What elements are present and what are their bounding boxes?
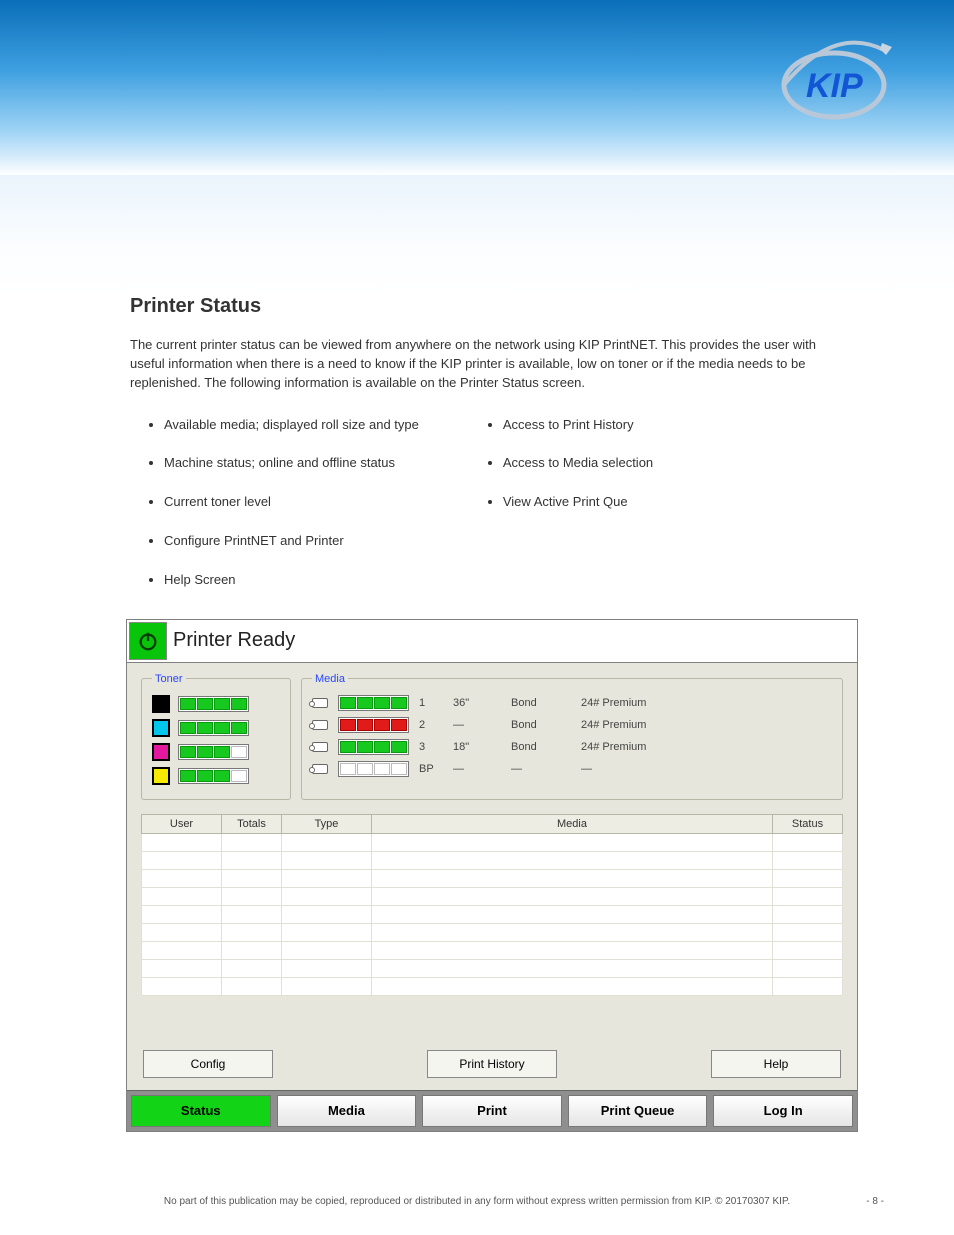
table-row[interactable] (142, 923, 843, 941)
queue-table: User Totals Type Media Status (141, 814, 843, 996)
media-size: — (453, 719, 501, 731)
toner-swatch (152, 743, 170, 761)
toner-row (152, 743, 280, 761)
level-bar (178, 696, 249, 712)
table-row[interactable] (142, 887, 843, 905)
list-item: Available media; displayed roll size and… (164, 417, 419, 434)
table-row[interactable] (142, 869, 843, 887)
col-media[interactable]: Media (372, 814, 773, 833)
header-fade (0, 175, 954, 295)
media-size: 18" (453, 741, 501, 753)
media-slot: 2 (419, 719, 443, 731)
col-user[interactable]: User (142, 814, 222, 833)
list-item: Machine status; online and offline statu… (164, 455, 419, 472)
power-button[interactable] (129, 622, 167, 660)
feature-list-left: Available media; displayed roll size and… (140, 417, 419, 611)
list-item: Configure PrintNET and Printer (164, 533, 419, 550)
toner-panel: Toner (141, 673, 291, 800)
media-type: Bond (511, 719, 571, 731)
media-slot: 3 (419, 741, 443, 753)
media-desc: — (581, 763, 832, 775)
section-title: Printer Status (130, 295, 854, 318)
list-item: Current toner level (164, 494, 419, 511)
svg-text:KIP: KIP (806, 67, 863, 105)
level-bar (338, 717, 409, 733)
table-row[interactable] (142, 851, 843, 869)
media-desc: 24# Premium (581, 697, 832, 709)
kip-logo: KIP (774, 35, 894, 125)
media-row: 3 18" Bond 24# Premium (312, 739, 832, 755)
level-bar (178, 744, 249, 760)
media-row: BP — — — (312, 761, 832, 777)
page-number: - 8 - (866, 1196, 884, 1207)
printer-status-window: Printer Ready Toner Media 1 36" Bond 24# Pr… (126, 619, 858, 1132)
window-titlebar: Printer Ready (127, 620, 857, 663)
level-bar (338, 739, 409, 755)
tab-print[interactable]: Print (422, 1095, 562, 1127)
config-button[interactable]: Config (143, 1050, 273, 1078)
roll-icon (312, 742, 328, 752)
help-button[interactable]: Help (711, 1050, 841, 1078)
tab-print-queue[interactable]: Print Queue (568, 1095, 708, 1127)
col-type[interactable]: Type (282, 814, 372, 833)
toner-row (152, 719, 280, 737)
bottom-tab-bar: Status Media Print Print Queue Log In (127, 1090, 857, 1131)
list-item: Help Screen (164, 572, 419, 589)
media-slot: BP (419, 763, 443, 775)
toner-swatch (152, 719, 170, 737)
level-bar (178, 720, 249, 736)
media-desc: 24# Premium (581, 719, 832, 731)
table-row[interactable] (142, 833, 843, 851)
level-bar (178, 768, 249, 784)
toner-swatch (152, 767, 170, 785)
media-slot: 1 (419, 697, 443, 709)
media-row: 1 36" Bond 24# Premium (312, 695, 832, 711)
window-title: Printer Ready (173, 629, 295, 652)
table-row[interactable] (142, 905, 843, 923)
col-status[interactable]: Status (773, 814, 843, 833)
list-item: Access to Print History (503, 417, 653, 434)
media-type: Bond (511, 741, 571, 753)
tab-status[interactable]: Status (131, 1095, 271, 1127)
media-size: — (453, 763, 501, 775)
table-row[interactable] (142, 941, 843, 959)
print-history-button[interactable]: Print History (427, 1050, 557, 1078)
intro-paragraph: The current printer status can be viewed… (130, 336, 854, 393)
table-row[interactable] (142, 977, 843, 995)
list-item: View Active Print Que (503, 494, 653, 511)
list-item: Access to Media selection (503, 455, 653, 472)
page-footer: No part of this publication may be copie… (0, 1196, 954, 1207)
media-legend: Media (312, 673, 348, 685)
level-bar (338, 695, 409, 711)
media-size: 36" (453, 697, 501, 709)
roll-icon (312, 698, 328, 708)
level-bar (338, 761, 409, 777)
feature-list-right: Access to Print History Access to Media … (479, 417, 653, 611)
power-icon (137, 630, 159, 652)
toner-legend: Toner (152, 673, 186, 685)
roll-icon (312, 720, 328, 730)
toner-swatch (152, 695, 170, 713)
media-row: 2 — Bond 24# Premium (312, 717, 832, 733)
col-totals[interactable]: Totals (222, 814, 282, 833)
media-type: Bond (511, 697, 571, 709)
media-type: — (511, 763, 571, 775)
media-desc: 24# Premium (581, 741, 832, 753)
feature-columns: Available media; displayed roll size and… (140, 417, 854, 611)
page-header-banner: KIP (0, 0, 954, 175)
toner-row (152, 695, 280, 713)
tab-media[interactable]: Media (277, 1095, 417, 1127)
roll-icon (312, 764, 328, 774)
tab-login[interactable]: Log In (713, 1095, 853, 1127)
toner-row (152, 767, 280, 785)
media-panel: Media 1 36" Bond 24# Premium 2 — Bond 24# Premi… (301, 673, 843, 800)
table-row[interactable] (142, 959, 843, 977)
